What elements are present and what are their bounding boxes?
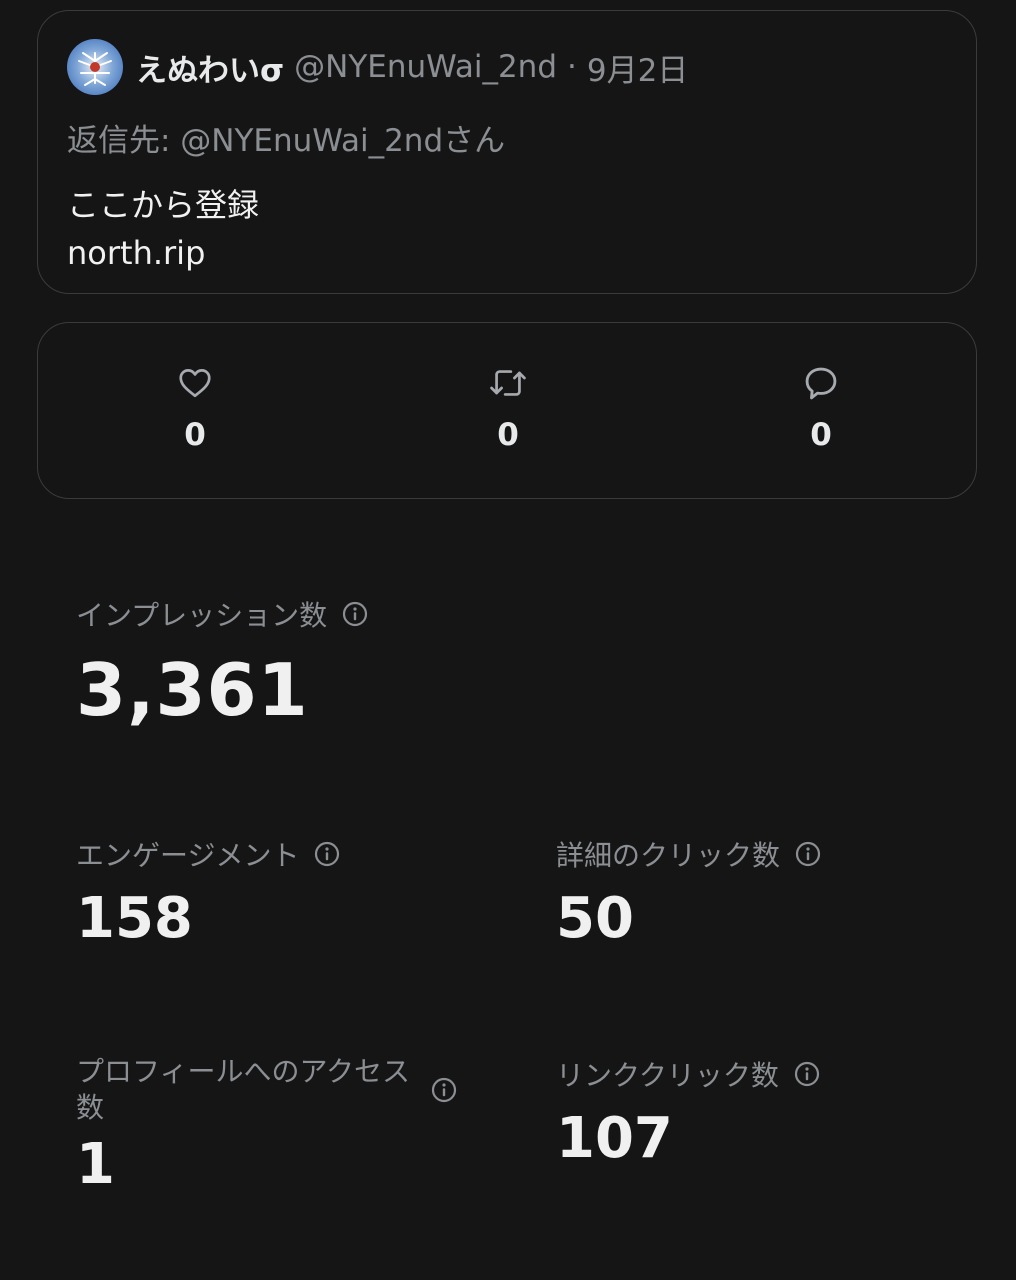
reply-icon <box>801 363 841 403</box>
profile-visits-label-row: プロフィールへのアクセス数 <box>76 1054 466 1126</box>
like-stat[interactable]: 0 <box>135 363 255 453</box>
detail-clicks-value: 50 <box>556 886 634 951</box>
retweet-count: 0 <box>497 417 519 453</box>
info-icon[interactable] <box>313 840 341 868</box>
impressions-label-row: インプレッション数 <box>76 594 369 634</box>
display-name[interactable]: えぬわいσ <box>136 45 284 90</box>
info-icon[interactable] <box>430 1076 458 1104</box>
info-icon[interactable] <box>794 840 822 868</box>
reply-to-label: 返信先: @NYEnuWai_2ndさん <box>67 123 506 159</box>
profile-visits-label: プロフィールへのアクセス数 <box>76 1055 411 1124</box>
like-count: 0 <box>184 417 206 453</box>
tweet-text: ここから登録 north.rip <box>67 181 259 277</box>
separator-dot: · <box>567 49 577 85</box>
engagement-label-row: エンゲージメント <box>76 834 341 874</box>
link-clicks-label-row: リンククリック数 <box>556 1054 821 1094</box>
detail-clicks-label-row: 詳細のクリック数 <box>556 834 822 874</box>
detail-clicks-label: 詳細のクリック数 <box>556 839 781 872</box>
impressions-value: 3,361 <box>76 648 309 732</box>
retweet-stat[interactable]: 0 <box>448 363 568 453</box>
link-clicks-label: リンククリック数 <box>556 1059 779 1092</box>
engagement-label: エンゲージメント <box>76 839 300 872</box>
reply-count: 0 <box>810 417 832 453</box>
engagement-metric: エンゲージメント 158 <box>76 834 341 951</box>
detail-clicks-metric: 詳細のクリック数 50 <box>556 834 822 951</box>
reply-stat[interactable]: 0 <box>761 363 881 453</box>
quoted-tweet-card[interactable]: えぬわいσ @NYEnuWai_2nd · 9月2日 返信先: @NYEnuWa… <box>37 10 977 294</box>
profile-visits-value: 1 <box>76 1132 115 1197</box>
engagement-value: 158 <box>76 886 193 951</box>
impressions-metric: インプレッション数 3,361 <box>76 594 369 732</box>
impressions-label: インプレッション数 <box>76 599 328 632</box>
info-icon[interactable] <box>341 600 369 628</box>
retweet-icon <box>488 363 528 403</box>
profile-visits-metric: プロフィールへのアクセス数 1 <box>76 1054 466 1197</box>
heart-icon <box>175 363 215 403</box>
info-icon[interactable] <box>793 1060 821 1088</box>
tweet-date[interactable]: 9月2日 <box>587 45 688 90</box>
tweet-text-line: ここから登録 <box>67 186 260 224</box>
avatar[interactable] <box>67 39 123 95</box>
engagement-counts-card: 0 0 0 <box>37 322 977 499</box>
tweet-link[interactable]: north.rip <box>67 229 259 277</box>
user-handle[interactable]: @NYEnuWai_2nd <box>294 49 557 85</box>
link-clicks-value: 107 <box>556 1106 673 1171</box>
link-clicks-metric: リンククリック数 107 <box>556 1054 821 1171</box>
tweet-header: えぬわいσ @NYEnuWai_2nd · 9月2日 <box>67 39 688 95</box>
